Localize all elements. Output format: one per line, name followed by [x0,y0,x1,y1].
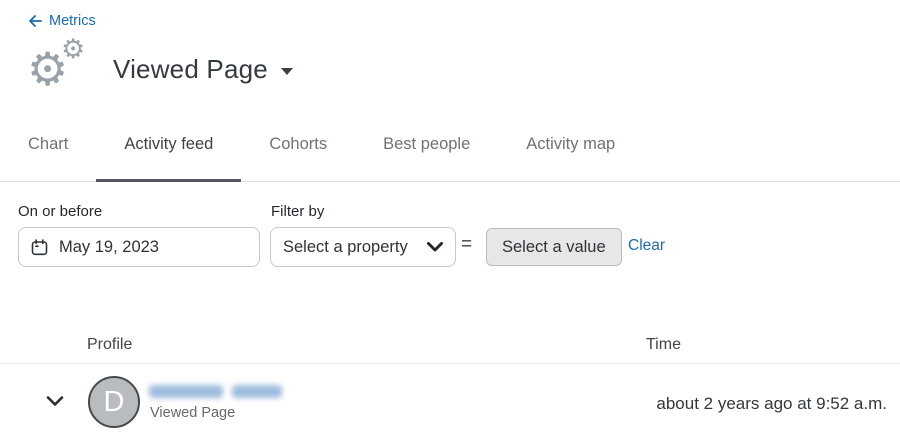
column-header-time: Time [646,336,681,354]
property-select-value: Select a property [283,238,408,257]
page-title: Viewed Page [113,54,268,85]
select-value-button[interactable]: Select a value [486,228,622,266]
column-header-profile: Profile [87,336,132,354]
tab-bar: Chart Activity feed Cohorts Best people … [0,125,900,182]
chevron-down-icon [427,242,443,252]
expand-row-chevron-icon[interactable] [46,395,64,407]
back-to-metrics-link[interactable]: Metrics [28,13,96,29]
back-link-label: Metrics [49,13,96,29]
gears-icon: ⚙ ⚙ [27,40,89,96]
gear-small-icon: ⚙ [61,36,85,63]
row-time: about 2 years ago at 9:52 a.m. [656,394,887,414]
back-arrow-icon [28,15,42,27]
calendar-icon [31,239,48,256]
property-select[interactable]: Select a property [270,227,456,267]
date-filter-label: On or before [18,203,102,220]
row-event-name: Viewed Page [150,405,235,421]
activity-feed-page: Metrics ⚙ ⚙ Viewed Page Chart Activity f… [0,0,900,437]
clear-filter-link[interactable]: Clear [628,237,665,255]
redacted-name-part [232,385,282,398]
header-divider [0,363,900,364]
profile-name-redacted[interactable] [149,385,282,398]
tab-best-people[interactable]: Best people [355,125,498,181]
caret-down-icon [281,68,293,75]
tab-chart[interactable]: Chart [0,125,96,181]
tab-activity-feed[interactable]: Activity feed [96,125,241,181]
filter-controls: May 19, 2023 Select a property = Select … [0,227,900,267]
avatar: D [88,376,140,428]
date-input-value: May 19, 2023 [59,238,159,257]
tab-activity-map[interactable]: Activity map [498,125,643,181]
metric-title-dropdown[interactable]: Viewed Page [113,54,293,85]
date-input[interactable]: May 19, 2023 [18,227,260,267]
redacted-name-part [149,385,223,398]
equals-sign: = [461,234,472,256]
tab-cohorts[interactable]: Cohorts [241,125,355,181]
property-filter-label: Filter by [271,203,324,220]
